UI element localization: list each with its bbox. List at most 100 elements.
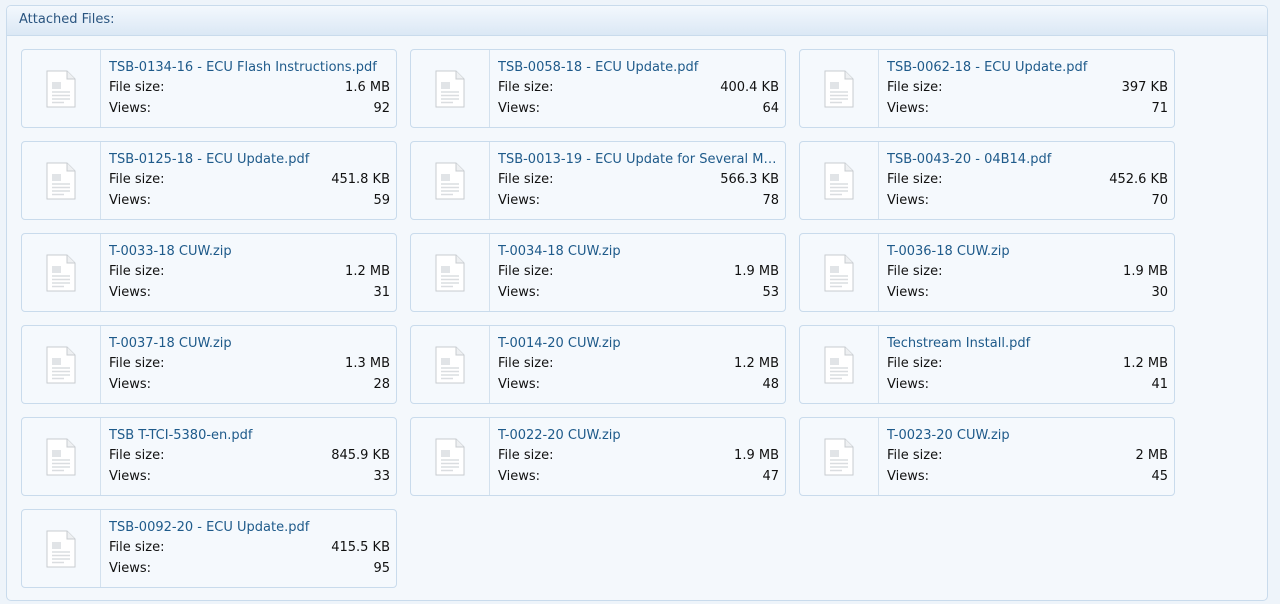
file-thumbnail[interactable] <box>22 50 101 127</box>
file-size-value: 1.2 MB <box>345 264 390 279</box>
views-label: Views: <box>887 101 930 116</box>
file-thumbnail[interactable] <box>800 50 879 127</box>
file-name-link[interactable]: TSB-0134-16 - ECU Flash Instructions.pdf <box>109 58 390 77</box>
views-label: Views: <box>109 193 152 208</box>
attachment-card[interactable]: T-0036-18 CUW.zip File size: 1.9 MB View… <box>799 233 1175 312</box>
file-thumbnail[interactable] <box>22 234 101 311</box>
attachment-info: T-0022-20 CUW.zip File size: 1.9 MB View… <box>498 426 779 487</box>
attachment-card[interactable]: T-0034-18 CUW.zip File size: 1.9 MB View… <box>410 233 786 312</box>
file-size-value: 451.8 KB <box>331 172 390 187</box>
attachment-card[interactable]: TSB-0092-20 - ECU Update.pdf File size: … <box>21 509 397 588</box>
document-icon <box>46 438 76 475</box>
views-value: 48 <box>762 377 779 392</box>
file-size-value: 415.5 KB <box>331 540 390 555</box>
file-name-link[interactable]: TSB T-TCI-5380-en.pdf <box>109 426 390 445</box>
document-icon <box>46 346 76 383</box>
file-thumbnail[interactable] <box>800 326 879 403</box>
views-row: Views: 78 <box>498 190 779 211</box>
file-size-row: File size: 415.5 KB <box>109 537 390 558</box>
file-name-link[interactable]: Techstream Install.pdf <box>887 334 1168 353</box>
file-name-link[interactable]: T-0034-18 CUW.zip <box>498 242 779 261</box>
document-icon <box>824 162 854 199</box>
attachment-info: TSB-0134-16 - ECU Flash Instructions.pdf… <box>109 58 390 119</box>
file-size-label: File size: <box>109 264 165 279</box>
file-name-link[interactable]: T-0036-18 CUW.zip <box>887 242 1168 261</box>
views-label: Views: <box>498 377 541 392</box>
views-row: Views: 64 <box>498 98 779 119</box>
file-size-label: File size: <box>109 540 165 555</box>
file-thumbnail[interactable] <box>22 326 101 403</box>
file-name-link[interactable]: TSB-0062-18 - ECU Update.pdf <box>887 58 1168 77</box>
attachment-info: T-0014-20 CUW.zip File size: 1.2 MB View… <box>498 334 779 395</box>
document-icon <box>435 70 465 107</box>
document-icon <box>46 70 76 107</box>
views-value: 71 <box>1151 101 1168 116</box>
file-thumbnail[interactable] <box>800 234 879 311</box>
attachment-info: T-0036-18 CUW.zip File size: 1.9 MB View… <box>887 242 1168 303</box>
attachment-card[interactable]: TSB-0125-18 - ECU Update.pdf File size: … <box>21 141 397 220</box>
file-name-link[interactable]: TSB-0125-18 - ECU Update.pdf <box>109 150 390 169</box>
file-thumbnail[interactable] <box>800 418 879 495</box>
views-value: 78 <box>762 193 779 208</box>
document-icon <box>824 254 854 291</box>
file-size-row: File size: 1.9 MB <box>498 261 779 282</box>
file-thumbnail[interactable] <box>22 510 101 587</box>
views-label: Views: <box>498 285 541 300</box>
file-name-link[interactable]: T-0014-20 CUW.zip <box>498 334 779 353</box>
views-value: 30 <box>1151 285 1168 300</box>
file-name-link[interactable]: TSB-0092-20 - ECU Update.pdf <box>109 518 390 537</box>
panel-title: Attached Files: <box>7 6 1267 36</box>
attachment-card[interactable]: TSB-0043-20 - 04B14.pdf File size: 452.6… <box>799 141 1175 220</box>
document-icon <box>46 530 76 567</box>
file-size-value: 397 KB <box>1121 80 1168 95</box>
views-row: Views: 31 <box>109 282 390 303</box>
file-name-link[interactable]: T-0022-20 CUW.zip <box>498 426 779 445</box>
file-name-link[interactable]: TSB-0013-19 - ECU Update for Several Mod… <box>498 150 779 169</box>
file-thumbnail[interactable] <box>411 142 490 219</box>
attachment-card[interactable]: TSB-0013-19 - ECU Update for Several Mod… <box>410 141 786 220</box>
file-size-row: File size: 1.9 MB <box>887 261 1168 282</box>
file-size-label: File size: <box>887 356 943 371</box>
views-row: Views: 47 <box>498 466 779 487</box>
file-size-value: 452.6 KB <box>1109 172 1168 187</box>
attachment-card[interactable]: TSB-0058-18 - ECU Update.pdf File size: … <box>410 49 786 128</box>
document-icon <box>435 346 465 383</box>
file-thumbnail[interactable] <box>411 326 490 403</box>
document-icon <box>46 254 76 291</box>
file-name-link[interactable]: T-0033-18 CUW.zip <box>109 242 390 261</box>
attachment-info: T-0023-20 CUW.zip File size: 2 MB Views:… <box>887 426 1168 487</box>
document-icon <box>824 346 854 383</box>
file-thumbnail[interactable] <box>22 418 101 495</box>
file-size-label: File size: <box>498 448 554 463</box>
attachment-info: TSB-0062-18 - ECU Update.pdf File size: … <box>887 58 1168 119</box>
file-size-row: File size: 1.2 MB <box>887 353 1168 374</box>
attachment-card[interactable]: T-0022-20 CUW.zip File size: 1.9 MB View… <box>410 417 786 496</box>
file-thumbnail[interactable] <box>800 142 879 219</box>
file-thumbnail[interactable] <box>411 50 490 127</box>
file-name-link[interactable]: T-0037-18 CUW.zip <box>109 334 390 353</box>
file-size-value: 1.6 MB <box>345 80 390 95</box>
attachment-card[interactable]: TSB-0062-18 - ECU Update.pdf File size: … <box>799 49 1175 128</box>
views-value: 59 <box>373 193 390 208</box>
file-size-row: File size: 845.9 KB <box>109 445 390 466</box>
attachment-card[interactable]: T-0014-20 CUW.zip File size: 1.2 MB View… <box>410 325 786 404</box>
file-size-value: 400.4 KB <box>720 80 779 95</box>
attachment-card[interactable]: Techstream Install.pdf File size: 1.2 MB… <box>799 325 1175 404</box>
file-size-label: File size: <box>498 172 554 187</box>
attachment-card[interactable]: T-0023-20 CUW.zip File size: 2 MB Views:… <box>799 417 1175 496</box>
attachment-info: Techstream Install.pdf File size: 1.2 MB… <box>887 334 1168 395</box>
file-thumbnail[interactable] <box>411 418 490 495</box>
file-size-label: File size: <box>109 448 165 463</box>
views-value: 53 <box>762 285 779 300</box>
file-size-row: File size: 1.6 MB <box>109 77 390 98</box>
file-name-link[interactable]: TSB-0058-18 - ECU Update.pdf <box>498 58 779 77</box>
file-thumbnail[interactable] <box>411 234 490 311</box>
file-name-link[interactable]: TSB-0043-20 - 04B14.pdf <box>887 150 1168 169</box>
attachment-card[interactable]: T-0033-18 CUW.zip File size: 1.2 MB View… <box>21 233 397 312</box>
attachment-card[interactable]: TSB-0134-16 - ECU Flash Instructions.pdf… <box>21 49 397 128</box>
file-name-link[interactable]: T-0023-20 CUW.zip <box>887 426 1168 445</box>
attachment-card[interactable]: T-0037-18 CUW.zip File size: 1.3 MB View… <box>21 325 397 404</box>
attachment-card[interactable]: TSB T-TCI-5380-en.pdf File size: 845.9 K… <box>21 417 397 496</box>
attachment-info: T-0034-18 CUW.zip File size: 1.9 MB View… <box>498 242 779 303</box>
file-thumbnail[interactable] <box>22 142 101 219</box>
